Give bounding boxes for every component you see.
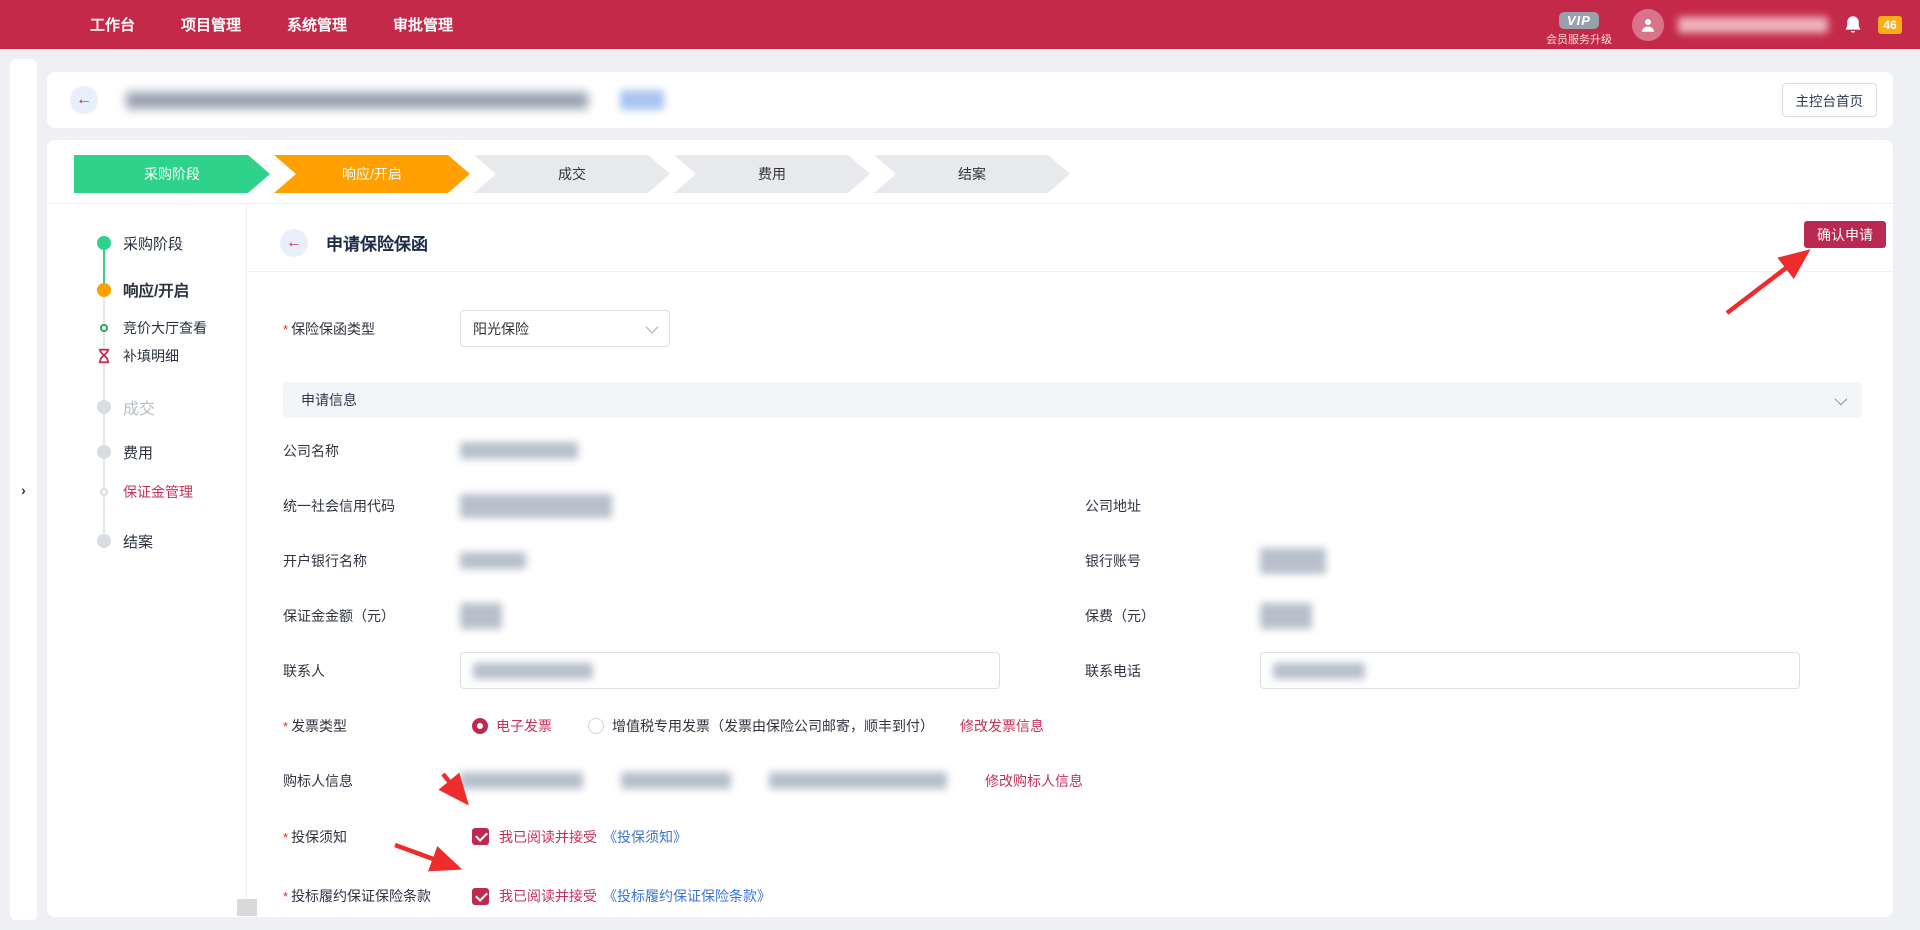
sidebar-item-close[interactable]: 结案 [47,529,246,553]
terms-checkbox-checked[interactable] [472,888,489,905]
buyer-info-redacted [460,772,583,789]
deposit-amount-label: 保证金金额（元） [283,606,460,626]
agree-text: 我已阅读并接受 [499,827,597,847]
contact-phone-redacted [1273,663,1365,679]
notification-bell-icon[interactable] [1842,14,1864,36]
step-close: 结案 [874,155,1070,193]
contact-phone-input[interactable] [1260,652,1800,689]
step-response-open: 响应/开启 [274,155,470,193]
edit-buyer-info-link[interactable]: 修改购标人信息 [985,771,1083,791]
performance-terms-link[interactable]: 《投标履约保证保险条款》 [603,886,771,906]
project-title-redacted [126,92,588,109]
contact-name-input[interactable] [460,652,1000,689]
vip-icon: VIP [1559,12,1599,29]
sidebar-item-deal[interactable]: 成交 [47,395,246,419]
insurance-notice-link[interactable]: 《投保须知》 [603,827,687,847]
stage-dot-icon [97,400,111,414]
step-procurement: 采购阶段 [74,155,270,193]
main-card: 采购阶段 响应/开启 成交 费用 结案 采购阶段 响应/开启 竞价大厅查看 [47,140,1893,917]
contact-name-label: 联系人 [283,661,460,681]
scrollbar-thumb[interactable] [237,899,257,916]
chevron-down-icon [646,321,659,334]
sidebar-item-response-open[interactable]: 响应/开启 [47,278,246,302]
step-deal: 成交 [474,155,670,193]
page-title: 申请保险保函 [326,230,428,255]
insurance-type-select[interactable]: 阳光保险 [460,310,670,347]
company-name-redacted [460,442,578,459]
status-chip-redacted [620,90,664,110]
company-address-label: 公司地址 [1085,496,1260,516]
back-button[interactable]: ← [70,86,98,114]
notification-count-badge[interactable]: 46 [1878,16,1902,34]
page-header-card: ← 主控台首页 [47,72,1893,128]
performance-terms-label: 投标履约保证保险条款 [283,886,460,906]
deposit-amount-redacted [460,603,502,629]
sidebar-item-procurement[interactable]: 采购阶段 [47,231,246,255]
insurance-type-label: 保险保函类型 [283,319,460,339]
confirm-apply-button[interactable]: 确认申请 [1804,221,1886,248]
expand-panel-toggle-icon[interactable]: › [21,482,26,498]
edit-invoice-info-link[interactable]: 修改发票信息 [960,716,1044,736]
application-info-section-header[interactable]: 申请信息 [283,382,1862,418]
nav-item-workbench[interactable]: 工作台 [90,14,135,35]
sidebar-item-fees[interactable]: 费用 [47,440,246,464]
form-back-button[interactable]: ← [280,229,308,257]
agree-text: 我已阅读并接受 [499,886,597,906]
step-fees: 费用 [674,155,870,193]
collapse-chevron-icon [1835,392,1848,405]
stage-dot-icon [97,445,111,459]
bank-name-redacted [460,552,526,569]
user-avatar[interactable] [1632,9,1664,41]
stage-dot-icon [97,236,111,250]
stage-sidebar: 采购阶段 响应/开启 竞价大厅查看 补填明细 [47,204,247,916]
form-content-area: ← 申请保险保函 确认申请 保险保函类型 阳光保险 申请信息 [247,204,1893,916]
main-menu: 工作台 项目管理 系统管理 审批管理 [90,14,453,35]
user-name-redacted[interactable] [1678,17,1828,33]
radio-electronic-invoice-label[interactable]: 电子发票 [496,716,552,736]
nav-item-project-management[interactable]: 项目管理 [181,14,241,35]
contact-phone-label: 联系电话 [1085,661,1260,681]
company-name-label: 公司名称 [283,441,460,461]
buyer-info-label: 购标人信息 [283,771,460,791]
nav-item-approval-management[interactable]: 审批管理 [393,14,453,35]
insurance-notice-label: 投保须知 [283,827,460,847]
section-title: 申请信息 [301,390,357,410]
buyer-info-redacted [769,772,947,789]
vip-membership[interactable]: VIP 会员服务升级 [1546,12,1612,47]
nav-item-system-management[interactable]: 系统管理 [287,14,347,35]
sidebar-item-bidding-hall[interactable]: 竞价大厅查看 [47,316,246,340]
radio-vat-invoice[interactable] [588,718,604,734]
notice-checkbox-checked[interactable] [472,828,489,845]
stage-dot-icon [97,534,111,548]
radio-electronic-invoice[interactable] [472,718,488,734]
bank-account-label: 银行账号 [1085,551,1260,571]
premium-label: 保费（元） [1085,606,1260,626]
credit-code-redacted [460,494,612,518]
radio-vat-invoice-label[interactable]: 增值税专用发票（发票由保险公司邮寄，顺丰到付） [612,716,934,736]
collapsed-side-panel: › [10,59,37,920]
credit-code-label: 统一社会信用代码 [283,496,460,516]
stage-ring-icon [100,324,108,332]
premium-redacted [1260,603,1312,629]
process-steps: 采购阶段 响应/开启 成交 费用 结案 [47,140,1893,204]
stage-dot-icon [97,283,111,297]
bank-account-redacted [1260,548,1326,574]
buyer-info-redacted [621,772,731,789]
top-navigation-bar: 工作台 项目管理 系统管理 审批管理 VIP 会员服务升级 46 [0,0,1920,49]
sidebar-item-deposit-management[interactable]: 保证金管理 [47,480,246,504]
sidebar-item-fill-details[interactable]: 补填明细 [47,344,246,368]
contact-name-redacted [473,663,593,679]
person-icon [1639,16,1657,34]
bank-name-label: 开户银行名称 [283,551,460,571]
invoice-type-label: 发票类型 [283,716,460,736]
stage-ring-icon [100,488,108,496]
vip-caption: 会员服务升级 [1546,31,1612,47]
hourglass-icon [96,348,112,364]
insurance-type-value: 阳光保险 [473,319,529,339]
console-home-button[interactable]: 主控台首页 [1782,83,1878,117]
